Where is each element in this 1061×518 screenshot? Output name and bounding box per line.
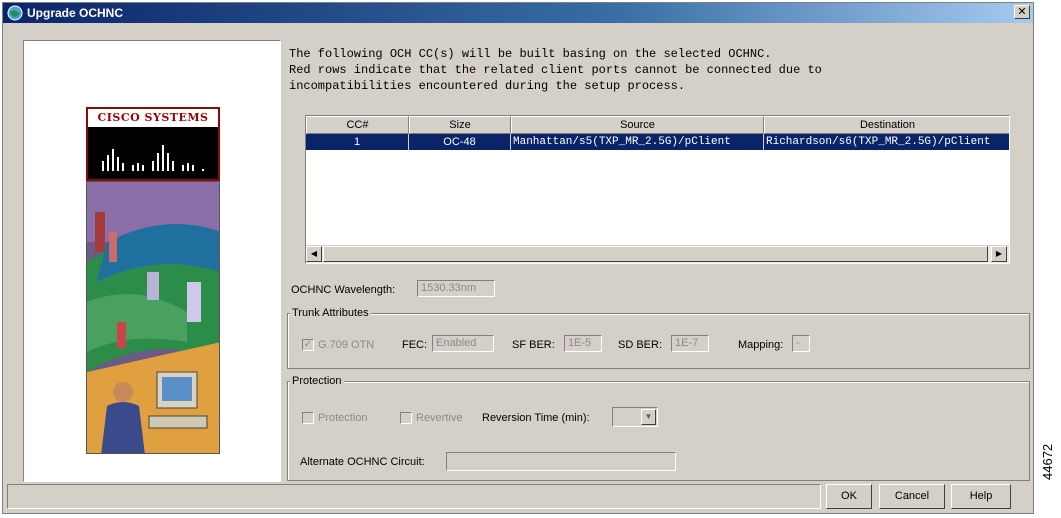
- trunk-attributes-title: Trunk Attributes: [290, 306, 371, 320]
- intro-line-3: incompatibilities encountered during the…: [289, 79, 686, 93]
- window-title: Upgrade OCHNC: [27, 6, 124, 20]
- wavelength-label: OCHNC Wavelength:: [291, 284, 396, 296]
- sf-ber-field: 1E-5: [564, 335, 602, 352]
- g709-otn-checkbox[interactable]: ✓: [302, 339, 314, 351]
- column-header-size[interactable]: Size: [409, 116, 511, 134]
- wizard-image-panel: CISCO SYSTEMS: [23, 40, 281, 482]
- reversion-time-select[interactable]: ▼: [612, 407, 658, 427]
- cell-size: OC-48: [409, 134, 511, 150]
- scroll-left-button[interactable]: ◀: [306, 246, 322, 262]
- upgrade-ochnc-dialog: Upgrade OCHNC ✕ CISCO SYSTEMS The follow…: [2, 2, 1034, 514]
- status-bar: [7, 484, 821, 509]
- cisco-logo-bars: [88, 127, 218, 179]
- g709-otn-label: G.709 OTN: [318, 339, 375, 351]
- title-bar: Upgrade OCHNC ✕: [3, 3, 1033, 23]
- cisco-logo-text: CISCO SYSTEMS: [97, 111, 209, 124]
- cisco-logo: CISCO SYSTEMS: [86, 107, 220, 181]
- alternate-circuit-field: [446, 452, 676, 471]
- scroll-right-arrow-icon: ▶: [995, 249, 1003, 258]
- app-globe-icon: [7, 5, 23, 21]
- column-header-destination[interactable]: Destination: [764, 116, 1009, 134]
- och-cc-table: CC# Size Source Destination 1 OC-48 Manh…: [305, 115, 1010, 264]
- intro-line-1: The following OCH CC(s) will be built ba…: [289, 47, 772, 61]
- alternate-circuit-label: Alternate OCHNC Circuit:: [300, 456, 425, 468]
- wavelength-field: 1530.33nm: [417, 280, 495, 297]
- close-icon: ✕: [1017, 6, 1027, 18]
- cell-destination: Richardson/s6(TXP_MR_2.5G)/pClient: [766, 136, 991, 148]
- protection-title: Protection: [290, 374, 344, 388]
- protection-group: Protection Protection Revertive Reversio…: [287, 374, 1030, 481]
- cancel-button[interactable]: Cancel: [879, 484, 945, 509]
- table-header: CC# Size Source Destination: [306, 116, 1009, 134]
- scroll-thumb[interactable]: [323, 246, 988, 262]
- fec-field: Enabled: [432, 335, 494, 352]
- table-row[interactable]: 1 OC-48 Manhattan/s5(TXP_MR_2.5G)/pClien…: [306, 134, 1009, 150]
- column-header-cc[interactable]: CC#: [306, 116, 409, 134]
- protection-checkbox[interactable]: [302, 412, 314, 424]
- mapping-field: -: [792, 335, 810, 352]
- mapping-label: Mapping:: [738, 339, 784, 351]
- cell-cc: 1: [306, 134, 409, 150]
- close-button[interactable]: ✕: [1014, 5, 1030, 19]
- intro-text: The following OCH CC(s) will be built ba…: [289, 46, 989, 94]
- content-panel: The following OCH CC(s) will be built ba…: [283, 40, 1035, 482]
- sd-ber-field: 1E-7: [671, 335, 709, 352]
- chevron-down-icon: ▼: [641, 409, 656, 425]
- intro-line-2: Red rows indicate that the related clien…: [289, 63, 822, 77]
- networking-illustration: [86, 181, 220, 454]
- reversion-time-label: Reversion Time (min):: [482, 412, 590, 424]
- scroll-left-arrow-icon: ◀: [310, 249, 318, 258]
- figure-number: 44672: [1040, 443, 1055, 480]
- cell-source: Manhattan/s5(TXP_MR_2.5G)/pClient: [511, 134, 764, 150]
- ok-button[interactable]: OK: [826, 484, 872, 509]
- help-button[interactable]: Help: [951, 484, 1011, 509]
- sd-ber-label: SD BER:: [618, 339, 663, 351]
- revertive-checkbox[interactable]: [400, 412, 412, 424]
- trunk-attributes-group: Trunk Attributes ✓ G.709 OTN FEC: Enable…: [287, 306, 1030, 369]
- protection-label: Protection: [318, 412, 368, 424]
- sf-ber-label: SF BER:: [512, 339, 555, 351]
- scroll-right-button[interactable]: ▶: [991, 246, 1007, 262]
- revertive-label: Revertive: [416, 412, 463, 424]
- column-header-source[interactable]: Source: [511, 116, 764, 134]
- fec-label: FEC:: [402, 339, 428, 351]
- horizontal-scrollbar[interactable]: ◀ ▶: [306, 245, 1009, 263]
